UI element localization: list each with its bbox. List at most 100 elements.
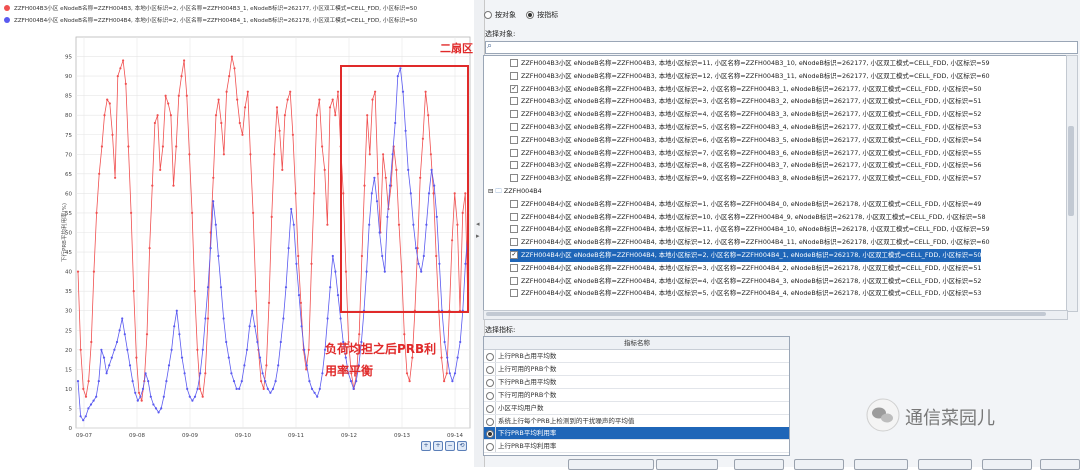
callout-line2: 用率平衡	[325, 364, 374, 378]
data-point	[274, 380, 277, 383]
checkbox-icon[interactable]	[510, 238, 518, 247]
tree-item[interactable]: ✓ ZZFH004B3小区 eNodeB名称=ZZFH004B3, 本地小区标识=…	[510, 83, 981, 96]
tree-item[interactable]: ZZFH004B3小区 eNodeB名称=ZZFH004B3, 本地小区标识=1…	[510, 70, 990, 83]
data-point	[443, 340, 446, 344]
checkbox-checked-icon[interactable]: ✓	[510, 251, 518, 259]
tree-item[interactable]: ZZFH004B4小区 eNodeB名称=ZZFH004B4, 本地小区标识=1…	[510, 236, 990, 249]
tree-item[interactable]: ZZFH004B3小区 eNodeB名称=ZZFH004B3, 本地小区标识=6…	[510, 134, 981, 147]
metric-radio-cell[interactable]	[484, 362, 496, 375]
checkbox-icon[interactable]	[510, 289, 518, 298]
bottom-button-2[interactable]	[656, 459, 718, 470]
tree-horizontal-scrollbar[interactable]	[483, 310, 1068, 320]
by-metric-radio[interactable]: 按指标	[526, 11, 558, 19]
zoom-in-alt-button[interactable]: +	[433, 441, 443, 451]
tree-item[interactable]: ZZFH004B4小区 eNodeB名称=ZZFH004B4, 本地小区标识=4…	[510, 275, 981, 288]
metric-row[interactable]: 下行PRB平均利用率	[484, 427, 789, 441]
metric-row[interactable]: 上行PRB占用平均数	[484, 350, 789, 363]
checkbox-icon[interactable]	[510, 276, 518, 285]
radio-icon[interactable]	[486, 417, 494, 426]
checkbox-icon[interactable]	[510, 263, 518, 272]
metric-radio-cell[interactable]	[484, 350, 496, 362]
tree-item[interactable]: ZZFH004B4小区 eNodeB名称=ZZFH004B4, 本地小区标识=1…	[510, 223, 990, 236]
tree-folder-node[interactable]: ⊟ 🗀 ZZFH004B4	[488, 185, 542, 198]
data-point	[326, 223, 329, 226]
metric-radio-cell[interactable]	[484, 440, 496, 453]
data-point	[183, 372, 186, 375]
radio-icon[interactable]	[486, 443, 494, 452]
zoom-in-button[interactable]: +	[421, 441, 431, 451]
tree-item[interactable]: ZZFH004B3小区 eNodeB名称=ZZFH004B3, 本地小区标识=5…	[510, 121, 981, 134]
data-point	[349, 380, 353, 383]
checkbox-icon[interactable]	[510, 161, 518, 170]
metric-row[interactable]: 上行可用的PRB个数	[484, 362, 789, 376]
metric-radio-cell[interactable]	[484, 401, 496, 414]
data-point	[334, 114, 337, 117]
metric-radio-cell[interactable]	[484, 414, 496, 427]
metric-row[interactable]: 小区平均用户数	[484, 401, 789, 415]
splitter-arrow-left-icon[interactable]: ◂	[476, 220, 480, 228]
tree-item[interactable]: ZZFH004B4小区 eNodeB名称=ZZFH004B4, 本地小区标识=1…	[510, 198, 981, 211]
tree-item[interactable]: ZZFH004B3小区 eNodeB名称=ZZFH004B3, 本地小区标识=9…	[510, 172, 981, 185]
tree-item[interactable]: ZZFH004B3小区 eNodeB名称=ZZFH004B3, 本地小区标识=8…	[510, 159, 981, 172]
radio-icon[interactable]	[486, 378, 494, 387]
zoom-reset-button[interactable]: ⟲	[457, 441, 467, 451]
metric-row[interactable]: 系统上行每个PRB上检测到的干扰噪声的平均值	[484, 414, 789, 428]
checkbox-icon[interactable]	[510, 212, 518, 221]
metric-radio-cell[interactable]	[484, 375, 496, 388]
tree-item[interactable]: ZZFH004B4小区 eNodeB名称=ZZFH004B4, 本地小区标识=1…	[510, 211, 986, 224]
splitter-arrow-right-icon[interactable]: ▸	[476, 232, 480, 240]
y-tick-label: 75	[65, 133, 72, 139]
metric-row[interactable]: 上行PRB平均利用率	[484, 440, 789, 454]
bottom-button-3[interactable]	[734, 459, 784, 470]
bottom-button-4[interactable]	[794, 459, 844, 470]
bottom-button-1[interactable]	[568, 459, 654, 470]
radio-icon[interactable]	[486, 365, 494, 374]
checkbox-icon[interactable]	[510, 59, 518, 67]
bottom-button-8[interactable]	[1040, 459, 1080, 470]
tree-item[interactable]: ZZFH004B3小区 eNodeB名称=ZZFH004B3, 本地小区标识=7…	[510, 147, 981, 160]
radio-icon[interactable]	[486, 391, 494, 400]
checkbox-icon[interactable]	[510, 97, 518, 106]
data-point	[139, 395, 142, 398]
metric-radio-cell[interactable]	[484, 427, 496, 440]
checkbox-icon[interactable]	[510, 174, 518, 183]
tree-vertical-scrollbar[interactable]	[1066, 55, 1078, 312]
data-point	[446, 356, 449, 359]
object-search-field[interactable]: ⌕	[485, 41, 1078, 54]
data-point	[336, 90, 340, 93]
metric-row[interactable]: 下行可用的PRB个数	[484, 388, 789, 402]
checkbox-icon[interactable]	[510, 199, 518, 208]
checkbox-icon[interactable]	[510, 135, 518, 144]
data-point	[260, 380, 263, 383]
tree-item[interactable]: ZZFH004B3小区 eNodeB名称=ZZFH004B3, 本地小区标识=4…	[510, 108, 981, 121]
metric-radio-cell[interactable]	[484, 388, 496, 401]
tree-item[interactable]: ZZFH004B3小区 eNodeB名称=ZZFH004B3, 本地小区标识=3…	[510, 95, 981, 108]
checkbox-icon[interactable]	[510, 110, 518, 119]
metric-label: 小区平均用户数	[498, 403, 544, 412]
checkbox-icon[interactable]	[510, 225, 518, 234]
bottom-button-6[interactable]	[918, 459, 972, 470]
tree-item[interactable]: ZZFH004B3小区 eNodeB名称=ZZFH004B3, 本地小区标识=1…	[510, 57, 990, 70]
tree-item[interactable]: ZZFH004B4小区 eNodeB名称=ZZFH004B4, 本地小区标识=3…	[510, 262, 981, 275]
zoom-out-button[interactable]: −	[445, 441, 455, 451]
radio-icon[interactable]	[486, 353, 494, 361]
tree-hscroll-thumb[interactable]	[486, 312, 1046, 316]
data-point	[214, 223, 217, 226]
by-object-radio[interactable]: 按对象	[484, 11, 516, 19]
checkbox-icon[interactable]	[510, 123, 518, 131]
data-point	[148, 247, 151, 250]
tree-item[interactable]: ZZFH004B4小区 eNodeB名称=ZZFH004B4, 本地小区标识=5…	[510, 287, 981, 300]
radio-icon[interactable]	[486, 404, 494, 413]
checkbox-checked-icon[interactable]: ✓	[510, 84, 518, 93]
bottom-button-7[interactable]	[982, 459, 1032, 470]
checkbox-icon[interactable]	[510, 148, 518, 157]
metric-row[interactable]: 下行PRB占用平均数	[484, 375, 789, 389]
checkbox-icon[interactable]	[510, 71, 518, 80]
tree-item[interactable]: ✓ ZZFH004B4小区 eNodeB名称=ZZFH004B4, 本地小区标识=…	[510, 249, 982, 262]
data-point	[339, 317, 342, 320]
data-point	[196, 387, 199, 390]
bottom-button-5[interactable]	[854, 459, 908, 470]
data-point	[448, 372, 451, 375]
tree-scroll-thumb[interactable]	[1068, 126, 1074, 216]
radio-selected-icon[interactable]	[486, 430, 494, 439]
